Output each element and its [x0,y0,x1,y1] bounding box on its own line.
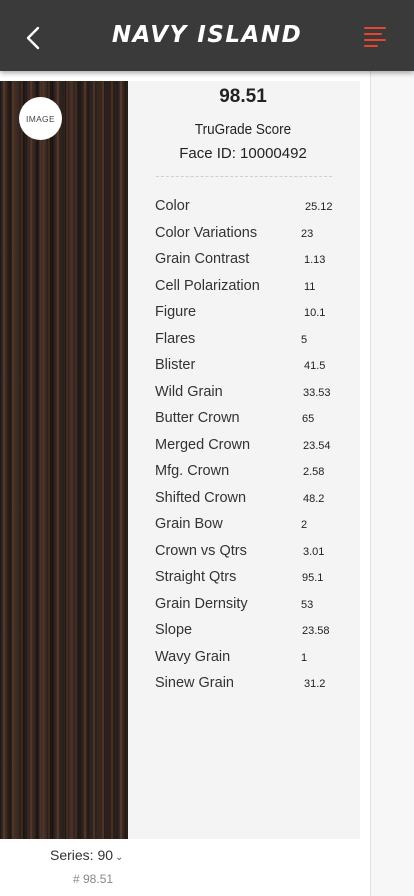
metric-row: Wild Grain 33.53 [155,384,355,411]
metric-name: Shifted Crown [155,489,247,506]
metric-name: Mfg. Crown [155,463,230,479]
metric-row: Grain Dernsity 53 [155,596,355,623]
brand-logo: NAVY ISLAND [111,22,303,48]
metric-name: Cell Polarization [155,277,260,294]
metrics-list: Color 25.12 Color Variations 23 Grain Cont… [155,198,355,702]
menu-button[interactable] [364,27,390,47]
metric-row: Blister 41.5 [155,357,355,384]
image-badge[interactable]: IMAGE [19,97,62,140]
metric-row: Flares 5 [155,331,355,358]
metric-row: Slope 23.58 [155,622,355,649]
metric-value: 31.2 [304,678,326,690]
metric-name: Crown vs Qtrs [155,542,247,559]
metric-row: Wavy Grain 1 [155,649,355,676]
series-selector[interactable]: Series: 90 ⌄ [50,847,123,863]
metric-name: Color [155,198,190,214]
metric-row: Straight Qtrs 95.1 [155,569,355,596]
metric-value: 2.58 [303,466,325,478]
metric-name: Merged Crown [155,436,251,453]
metric-name: Slope [155,622,193,638]
trugrade-score-label: TruGrade Score [194,121,292,138]
metric-value: 25.12 [305,201,333,213]
series-score: # 98.51 [73,872,114,886]
metric-row: Merged Crown 23.54 [155,437,355,464]
metric-value: 48.2 [303,492,325,505]
metric-value: 53 [301,598,314,611]
metric-row: Mfg. Crown 2.58 [155,463,355,490]
trugrade-score-value: 98.51 [219,86,267,107]
metric-name: Blister [155,357,196,373]
metric-name: Wild Grain [155,383,223,400]
metric-value: 2 [301,519,308,531]
metric-name: Color Variations [155,224,258,241]
divider [156,176,332,177]
chevron-down-icon: ⌄ [115,852,124,863]
metric-row: Sinew Grain 31.2 [155,675,355,702]
metric-value: 65 [302,413,315,425]
wood-veneer-image [0,81,128,839]
metric-name: Flares [155,330,196,347]
series-label: Series: 90 [50,847,114,863]
top-bar: NAVY ISLAND [0,0,414,71]
metric-name: Wavy Grain [155,648,231,665]
metric-value: 1 [301,651,308,664]
metric-row: Grain Contrast 1.13 [155,251,355,278]
metric-name: Grain Dernsity [155,595,248,612]
metric-name: Straight Qtrs [155,569,237,585]
metric-name: Figure [155,304,197,320]
metric-row: Color 25.12 [155,198,355,225]
metric-value: 23.58 [302,625,330,637]
metric-value: 10.1 [304,307,326,319]
metric-value: 23.54 [303,439,331,452]
metric-value: 5 [301,333,308,346]
metric-row: Grain Bow 2 [155,516,355,543]
metric-name: Grain Contrast [155,251,250,267]
face-card: IMAGE 98.51 TruGrade Score Face ID: 1000… [0,81,360,839]
metric-row: Color Variations 23 [155,225,355,252]
metric-name: Butter Crown [155,410,240,426]
metric-value: 1.13 [304,254,326,266]
metric-value: 33.53 [303,386,331,399]
metric-name: Sinew Grain [155,675,234,691]
face-id: Face ID: 10000492 [179,145,307,162]
metric-row: Shifted Crown 48.2 [155,490,355,517]
right-strip [370,71,414,896]
metric-value: 23 [301,227,314,240]
metric-row: Cell Polarization 11 [155,278,355,305]
metric-value: 11 [304,280,316,293]
metric-value: 95.1 [302,572,324,584]
metric-value: 41.5 [304,360,326,372]
metric-row: Crown vs Qtrs 3.01 [155,543,355,570]
metric-row: Butter Crown 65 [155,410,355,437]
metric-value: 3.01 [303,545,325,558]
metric-name: Grain Bow [155,516,223,532]
metric-row: Figure 10.1 [155,304,355,331]
